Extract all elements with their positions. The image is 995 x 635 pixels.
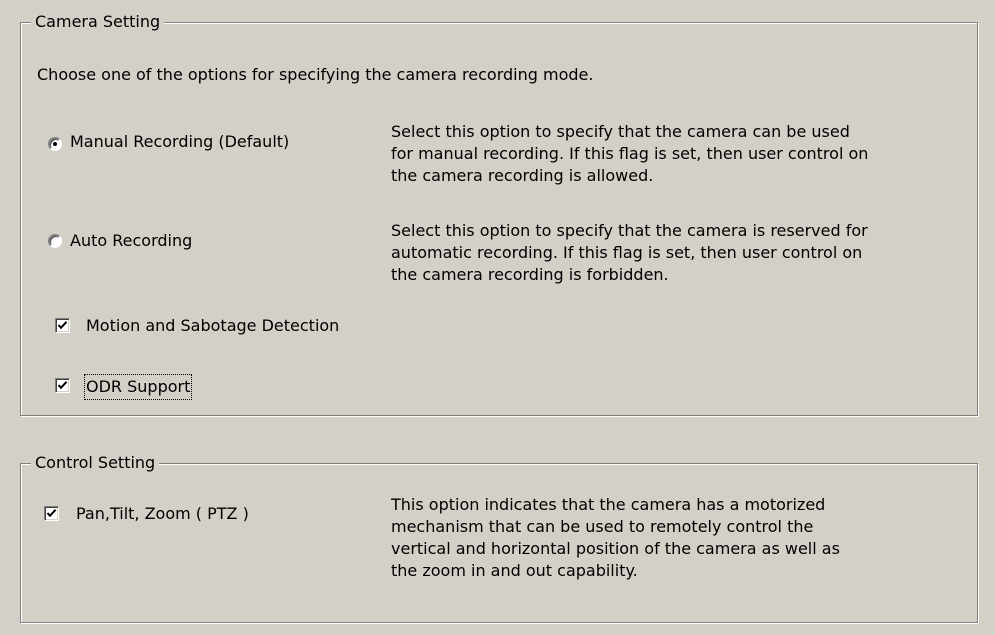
camera-setting-title: Camera Setting [31,11,165,33]
control-setting-title: Control Setting [31,452,160,474]
description-line: for manual recording. If this flag is se… [391,144,869,163]
auto-recording-radio[interactable] [48,234,62,248]
description-line: the zoom in and out capability. [391,561,638,580]
motion-sabotage-label[interactable]: Motion and Sabotage Detection [86,315,339,337]
odr-support-checkbox[interactable] [55,378,70,393]
ptz-label[interactable]: Pan,Tilt, Zoom ( PTZ ) [76,503,249,525]
description-line: This option indicates that the camera ha… [391,495,826,514]
manual-recording-radio[interactable] [48,137,62,151]
motion-sabotage-checkbox[interactable] [55,318,70,333]
description-line: the camera recording is allowed. [391,166,654,185]
description-line: the camera recording is forbidden. [391,265,669,284]
description-line: mechanism that can be used to remotely c… [391,517,814,536]
manual-recording-description: Select this option to specify that the c… [391,121,868,187]
auto-recording-label[interactable]: Auto Recording [70,230,192,252]
description-line: Select this option to specify that the c… [391,122,850,141]
description-line: automatic recording. If this flag is set… [391,243,863,262]
odr-support-label[interactable]: ODR Support [83,374,193,400]
checkmark-icon [57,381,68,390]
ptz-description: This option indicates that the camera ha… [391,494,840,582]
auto-recording-description: Select this option to specify that the c… [391,220,868,286]
description-line: vertical and horizontal position of the … [391,539,840,558]
manual-recording-label[interactable]: Manual Recording (Default) [70,131,289,153]
checkmark-icon [57,321,68,330]
checkmark-icon [46,509,57,518]
camera-instruction-text: Choose one of the options for specifying… [37,65,594,84]
ptz-checkbox[interactable] [44,506,59,521]
description-line: Select this option to specify that the c… [391,221,868,240]
